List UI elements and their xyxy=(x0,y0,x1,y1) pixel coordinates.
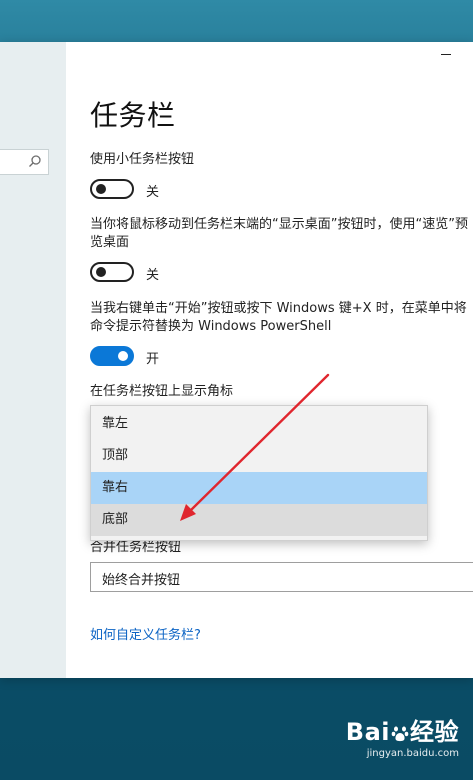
small-buttons-label: 使用小任务栏按钮 xyxy=(90,152,195,167)
toggle-knob xyxy=(96,267,106,277)
small-buttons-toggle[interactable] xyxy=(90,179,134,199)
baidu-watermark: Bai 经验 jingyan.baidu.com xyxy=(339,718,459,772)
page-title: 任务栏 xyxy=(90,99,176,132)
peek-toggle[interactable] xyxy=(90,262,134,282)
watermark-url: jingyan.baidu.com xyxy=(366,748,459,759)
dropdown-option-top[interactable]: 顶部 xyxy=(91,440,427,472)
powershell-toggle[interactable] xyxy=(90,346,134,366)
baidu-paw-icon xyxy=(391,726,409,742)
help-link[interactable]: 如何自定义任务栏? xyxy=(90,624,201,643)
search-input[interactable] xyxy=(0,149,49,175)
peek-label: 当你将鼠标移动到任务栏末端的“显示桌面”按钮时，使用“速览”预览桌面 xyxy=(90,217,468,250)
dropdown-option-right[interactable]: 靠右 xyxy=(91,472,427,504)
settings-main: 任务栏 使用小任务栏按钮 关 当你将鼠标移动到任务栏末端的“显示桌面”按钮时，使… xyxy=(90,42,473,678)
combine-buttons-select[interactable]: 始终合并按钮 xyxy=(90,562,473,592)
search-icon[interactable] xyxy=(28,154,42,168)
desktop-background: 任务栏 使用小任务栏按钮 关 当你将鼠标移动到任务栏末端的“显示桌面”按钮时，使… xyxy=(0,0,473,780)
dropdown-option-left[interactable]: 靠左 xyxy=(91,408,427,440)
sidebar xyxy=(0,42,66,678)
badges-label: 在任务栏按钮上显示角标 xyxy=(90,384,234,399)
combine-buttons-value: 始终合并按钮 xyxy=(102,573,181,588)
taskbar-location-dropdown[interactable]: 靠左 顶部 靠右 底部 xyxy=(90,405,428,541)
toggle-knob xyxy=(96,184,106,194)
powershell-label: 当我右键单击“开始”按钮或按下 Windows 键+X 时，在菜单中将命令提示符… xyxy=(90,301,467,334)
toggle-knob xyxy=(118,351,128,361)
peek-state: 关 xyxy=(146,268,160,283)
settings-window: 任务栏 使用小任务栏按钮 关 当你将鼠标移动到任务栏末端的“显示桌面”按钮时，使… xyxy=(0,42,473,678)
small-buttons-state: 关 xyxy=(146,185,160,200)
dropdown-option-bottom[interactable]: 底部 xyxy=(91,504,427,536)
powershell-state: 开 xyxy=(146,352,160,367)
